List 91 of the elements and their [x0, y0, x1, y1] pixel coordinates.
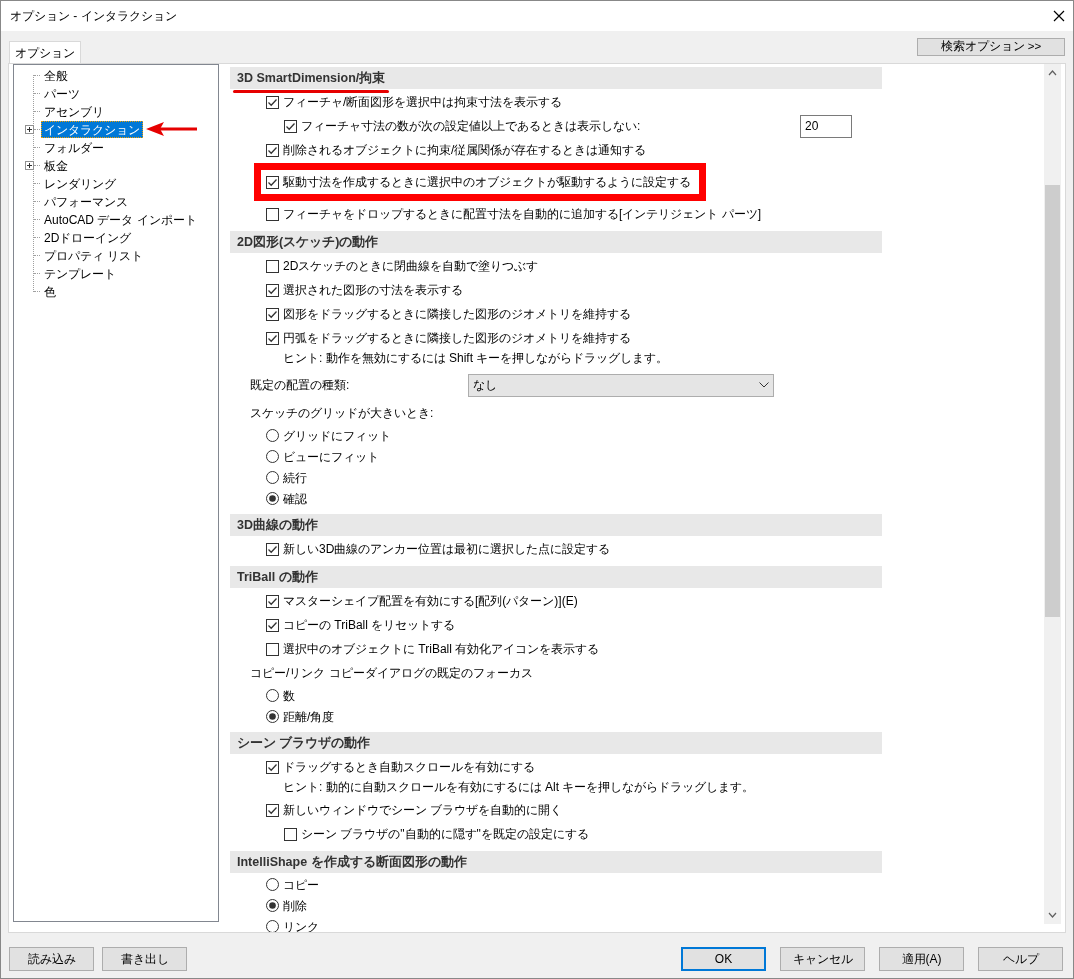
checkbox-label: ドラッグするとき自動スクロールを有効にする — [283, 759, 535, 776]
tree-item[interactable]: アセンブリ — [41, 102, 107, 120]
tree-item[interactable]: 2Dドローイング — [41, 228, 135, 246]
tab[interactable]: オプション — [9, 41, 81, 64]
checkbox[interactable] — [266, 642, 279, 656]
radio-label: 数 — [283, 687, 295, 705]
close-icon[interactable] — [1053, 10, 1065, 22]
tree-item[interactable]: レンダリング — [41, 174, 119, 192]
radio-label: グリッドにフィット — [283, 427, 391, 445]
checkbox-label: フィーチャをドロップするときに配置寸法を自動的に追加する[インテリジェント パーツ] — [283, 206, 761, 223]
section-header: 3D SmartDimension/拘束 — [236, 70, 387, 88]
checkbox-label: 図形をドラッグするときに隣接した図形のジオメトリを維持する — [283, 306, 631, 323]
checkbox-label: コピーの TriBall をリセットする — [283, 617, 456, 634]
checkbox[interactable] — [266, 143, 279, 157]
hint-text: ヒント: 動作を無効にするには Shift キーを押しながらドラッグします。 — [283, 350, 669, 366]
expand-icon[interactable] — [25, 161, 34, 170]
checkbox-label: フィーチャ寸法の数が次の設定値以上であるときは表示しない: — [301, 118, 641, 135]
checkbox-label: 2Dスケッチのときに閉曲線を自動で塗りつぶす — [283, 258, 539, 275]
section-header: シーン ブラウザの動作 — [230, 732, 882, 754]
tree-item[interactable]: プロパティ リスト — [41, 246, 147, 264]
tree-item[interactable]: パフォーマンス — [41, 192, 131, 210]
section-header: IntelliShape を作成する断面図形の動作 — [230, 851, 882, 873]
radio-label: リンク — [283, 918, 319, 932]
footer-button[interactable]: 適用(A) — [879, 947, 964, 971]
footer-button[interactable]: 書き出し — [102, 947, 187, 971]
radio-button[interactable] — [266, 710, 279, 723]
radio-label: ビューにフィット — [283, 448, 379, 466]
checkbox[interactable] — [266, 331, 279, 345]
checkbox[interactable] — [266, 803, 279, 817]
radio-label: 距離/角度 — [283, 708, 335, 726]
checkbox[interactable] — [266, 618, 279, 632]
checkbox[interactable] — [266, 594, 279, 608]
search-options-button[interactable]: 検索オプション >> — [917, 38, 1065, 56]
tree-item[interactable]: 色 — [41, 282, 59, 300]
checkbox-label: 新しい3D曲線のアンカー位置は最初に選択した点に設定する — [283, 541, 611, 558]
radio-button[interactable] — [266, 920, 279, 932]
checkbox[interactable] — [266, 207, 279, 221]
tree-item[interactable]: AutoCAD データ インポート — [41, 210, 200, 228]
group-label: コピー/リンク コピーダイアログの既定のフォーカス — [250, 665, 533, 682]
section-header: TriBall の動作 — [230, 566, 882, 588]
checkbox-label: マスターシェイプ配置を有効にする[配列(パターン)](E) — [283, 593, 578, 610]
footer-button[interactable]: OK — [681, 947, 766, 971]
radio-button[interactable] — [266, 471, 279, 484]
tree-item[interactable]: 板金 — [41, 156, 71, 174]
checkbox[interactable] — [266, 542, 279, 556]
hint-text: ヒント: 動的に自動スクロールを有効にするには Alt キーを押しながらドラッグします。 — [283, 779, 755, 795]
checkbox[interactable] — [266, 175, 279, 189]
radio-button[interactable] — [266, 429, 279, 442]
radio-label: コピー — [283, 876, 319, 894]
checkbox-label: 新しいウィンドウでシーン ブラウザを自動的に開く — [283, 802, 563, 819]
tree-item[interactable]: テンプレート — [41, 264, 119, 282]
dropdown[interactable]: なし — [468, 373, 774, 397]
radio-button[interactable] — [266, 450, 279, 463]
radio-button[interactable] — [266, 689, 279, 702]
tree-item[interactable]: 全般 — [41, 66, 71, 84]
checkbox-label: 選択された図形の寸法を表示する — [283, 282, 463, 299]
tree-item[interactable]: インタラクション — [41, 120, 143, 138]
checkbox[interactable] — [284, 119, 297, 133]
scrollbar-thumb[interactable] — [1045, 185, 1060, 617]
number-field[interactable]: 20 — [800, 114, 852, 138]
checkbox-label: 駆動寸法を作成するときに選択中のオブジェクトが駆動するように設定する — [283, 174, 691, 191]
checkbox-label: フィーチャ/断面図形を選択中は拘束寸法を表示する — [283, 94, 563, 111]
checkbox-label: 円弧をドラッグするときに隣接した図形のジオメトリを維持する — [283, 330, 631, 347]
tree-item[interactable]: フォルダー — [41, 138, 107, 156]
chevron-down-icon — [759, 382, 769, 388]
checkbox[interactable] — [266, 283, 279, 297]
section-header: 2D図形(スケッチ)の動作 — [230, 231, 882, 253]
expand-icon[interactable] — [25, 125, 34, 134]
group-label: スケッチのグリッドが大きいとき: — [250, 405, 434, 422]
footer-button[interactable]: ヘルプ — [978, 947, 1063, 971]
checkbox[interactable] — [266, 307, 279, 321]
checkbox[interactable] — [266, 760, 279, 774]
footer-button[interactable]: キャンセル — [780, 947, 865, 971]
window-title: オプション - インタラクション — [10, 8, 177, 25]
radio-button[interactable] — [266, 899, 279, 912]
scrollbar[interactable] — [1044, 64, 1061, 924]
radio-label: 確認 — [283, 490, 307, 508]
radio-label: 続行 — [283, 469, 307, 487]
checkbox-label: 削除されるオブジェクトに拘束/従属関係が存在するときは通知する — [283, 142, 647, 159]
section-header: 3D曲線の動作 — [230, 514, 882, 536]
dropdown-label: 既定の配置の種類: — [250, 377, 351, 394]
checkbox[interactable] — [266, 95, 279, 109]
checkbox[interactable] — [284, 827, 297, 841]
radio-label: 削除 — [283, 897, 307, 915]
footer-button[interactable]: 読み込み — [9, 947, 94, 971]
checkbox[interactable] — [266, 259, 279, 273]
radio-button[interactable] — [266, 492, 279, 505]
checkbox-label: 選択中のオブジェクトに TriBall 有効化アイコンを表示する — [283, 641, 600, 658]
radio-button[interactable] — [266, 878, 279, 891]
tree-item[interactable]: パーツ — [41, 84, 83, 102]
checkbox-label: シーン ブラウザの"自動的に隠す"を既定の設定にする — [301, 826, 589, 843]
